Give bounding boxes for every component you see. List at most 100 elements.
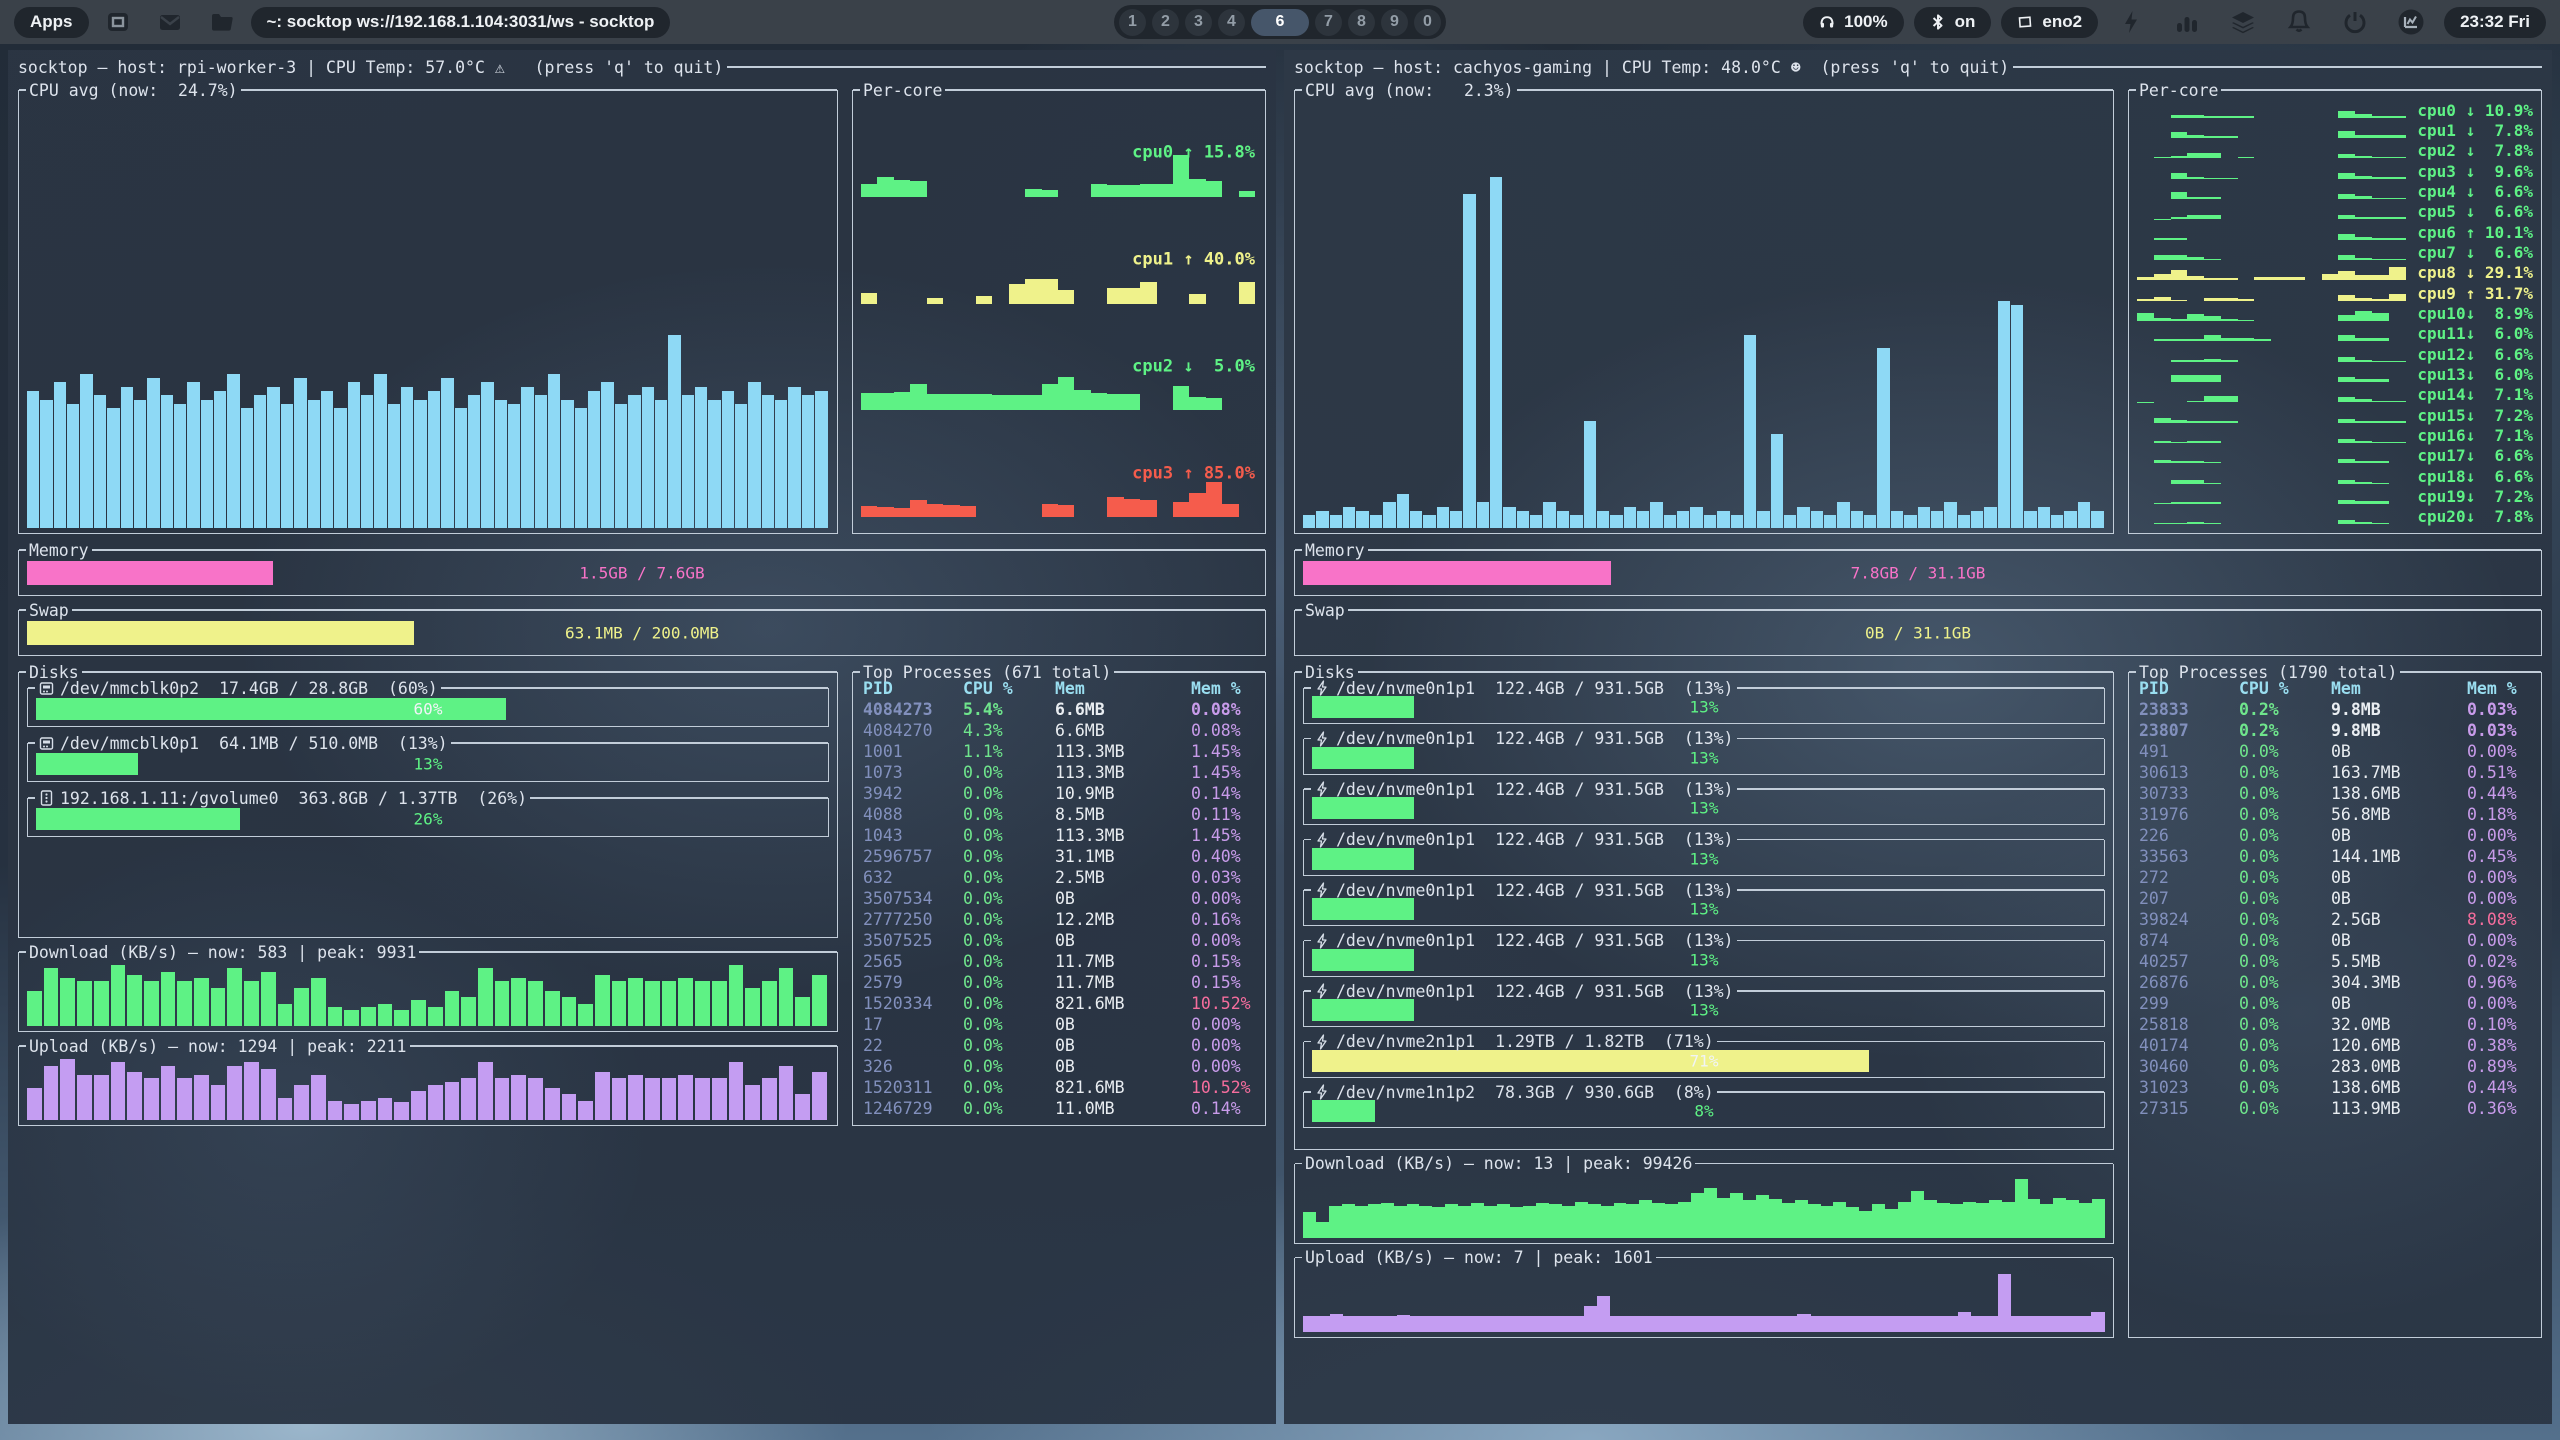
workspace-9[interactable]: 9: [1381, 9, 1408, 36]
spark-bar: [861, 393, 877, 411]
chart-bar: [1597, 511, 1609, 528]
top-bar-left: Apps ~: socktop ws://192.168.1.104:3031/…: [14, 7, 670, 38]
spark-bar: [2355, 399, 2372, 402]
workspace-8[interactable]: 8: [1348, 9, 1375, 36]
disk-gauge-label: 71%: [1312, 1050, 2096, 1071]
process-cell: 0.0%: [963, 762, 1055, 783]
spark-bar: [894, 508, 910, 517]
process-row: 238330.2%9.8MB0.03%: [2139, 699, 2531, 720]
window-title[interactable]: ~: socktop ws://192.168.1.104:3031/ws - …: [251, 7, 671, 38]
bell-icon[interactable]: [2284, 7, 2314, 37]
chart-bar: [1821, 1206, 1834, 1238]
process-cell: 113.3MB: [1055, 762, 1191, 783]
chart-bar: [60, 1059, 75, 1120]
spark-bar: [1107, 185, 1123, 196]
chart-bar: [1650, 1316, 1663, 1332]
process-cell: 163.7MB: [2331, 762, 2467, 783]
process-cell: 4.3%: [963, 720, 1055, 741]
process-cell: 0.0%: [963, 909, 1055, 930]
network-indicator[interactable]: eno2: [2001, 7, 2098, 38]
spark-bar: [2389, 157, 2406, 158]
chart-bar: [561, 400, 573, 528]
disk-list: /dev/mmcblk0p217.4GB / 28.8GB (60%)60%/d…: [27, 688, 829, 837]
chart-bar: [601, 382, 613, 528]
chart-bar: [615, 404, 627, 528]
chart-bar: [1477, 1316, 1490, 1332]
core-label: cpu0 ↓ 10.9%: [2417, 100, 2533, 121]
process-row: 10730.0%113.3MB1.45%: [863, 762, 1255, 783]
top-bar-right: 100% on eno2: [1803, 7, 2546, 38]
spark-bar: [2372, 313, 2389, 321]
cpu-avg-title: CPU avg (now: 2.3%): [1302, 80, 1517, 101]
chart-bar: [1437, 1316, 1450, 1332]
spark-bar: [2372, 238, 2389, 240]
chart-bar: [311, 978, 326, 1026]
chart-bar: [695, 981, 710, 1026]
process-cell: 30733: [2139, 783, 2239, 804]
spark-bar: [992, 395, 1008, 410]
chart-bar: [1691, 1193, 1704, 1238]
process-cell: 0.14%: [1191, 783, 1255, 804]
spark-bar: [1009, 284, 1025, 304]
spark-bar: [943, 394, 959, 410]
top-processes-title: Top Processes (1790 total): [2136, 662, 2400, 683]
workspace-4[interactable]: 4: [1218, 9, 1245, 36]
monitor-app-icon[interactable]: [2396, 7, 2426, 37]
power-profile-icon[interactable]: [2116, 7, 2146, 37]
process-cell: 8.08%: [2467, 909, 2531, 930]
process-cell: 0.38%: [2467, 1035, 2531, 1056]
chart-bar: [628, 395, 640, 528]
chart-bar: [645, 981, 660, 1026]
spark-bar: [2154, 297, 2171, 300]
chart-bar: [1343, 1316, 1356, 1332]
process-cell: 2565: [863, 951, 963, 972]
chart-bar: [1744, 335, 1756, 528]
chart-bar: [1704, 1316, 1717, 1332]
top-processes-panel: Top Processes (671 total) PIDCPU %MemMem…: [852, 672, 1266, 1126]
chart-bar: [1450, 1316, 1463, 1332]
disk-name: /dev/nvme2n1p1: [1336, 1031, 1475, 1052]
power-icon[interactable]: [2340, 7, 2370, 37]
spark-bar: [2154, 460, 2171, 464]
chart-bar: [1614, 1203, 1627, 1238]
clock[interactable]: 23:32 Fri: [2444, 7, 2546, 38]
bluetooth-indicator[interactable]: on: [1914, 7, 1992, 38]
process-cell: 5.5MB: [2331, 951, 2467, 972]
layers-icon[interactable]: [2228, 7, 2258, 37]
drive-icon: [38, 680, 54, 696]
volume-indicator[interactable]: 100%: [1803, 7, 1903, 38]
spark-bar: [2389, 198, 2406, 199]
workspace-0[interactable]: 0: [1414, 9, 1441, 36]
workspace-1[interactable]: 1: [1119, 9, 1146, 36]
spark-bar: [1124, 288, 1140, 303]
window-icon[interactable]: [103, 7, 133, 37]
core-row-cpu16: cpu16↓ 7.1%: [2137, 426, 2533, 446]
workspace-7[interactable]: 7: [1315, 9, 1342, 36]
top-processes-title: Top Processes (671 total): [860, 662, 1114, 683]
spark-bar: [2187, 360, 2204, 362]
spark-bar: [2154, 441, 2171, 443]
spark-bar: [910, 384, 926, 410]
spark-bar: [1025, 395, 1041, 410]
terminal-window-rpi-worker-3[interactable]: socktop — host: rpi-worker-3 | CPU Temp:…: [8, 50, 1276, 1424]
chart-bar: [1824, 1316, 1837, 1332]
process-row: 273150.0%113.9MB0.36%: [2139, 1098, 2531, 1119]
chart-bar: [177, 981, 192, 1026]
audio-levels-icon[interactable]: [2172, 7, 2202, 37]
chart-bar: [1316, 511, 1328, 528]
chart-bar: [1450, 511, 1462, 528]
core-sparkline: [2137, 306, 2405, 321]
chart-bar: [77, 981, 92, 1026]
mail-icon[interactable]: [155, 7, 185, 37]
chart-bar: [562, 997, 577, 1026]
chart-bar: [645, 1078, 660, 1120]
workspace-6[interactable]: 6: [1251, 9, 1309, 36]
apps-button[interactable]: Apps: [14, 7, 89, 38]
workspace-2[interactable]: 2: [1152, 9, 1179, 36]
terminal-window-cachyos-gaming[interactable]: socktop — host: cachyos-gaming | CPU Tem…: [1284, 50, 2552, 1424]
folder-icon[interactable]: [207, 7, 237, 37]
process-row: 307330.0%138.6MB0.44%: [2139, 783, 2531, 804]
chart-bar: [411, 1000, 426, 1026]
workspace-3[interactable]: 3: [1185, 9, 1212, 36]
chart-bar: [1891, 511, 1903, 528]
